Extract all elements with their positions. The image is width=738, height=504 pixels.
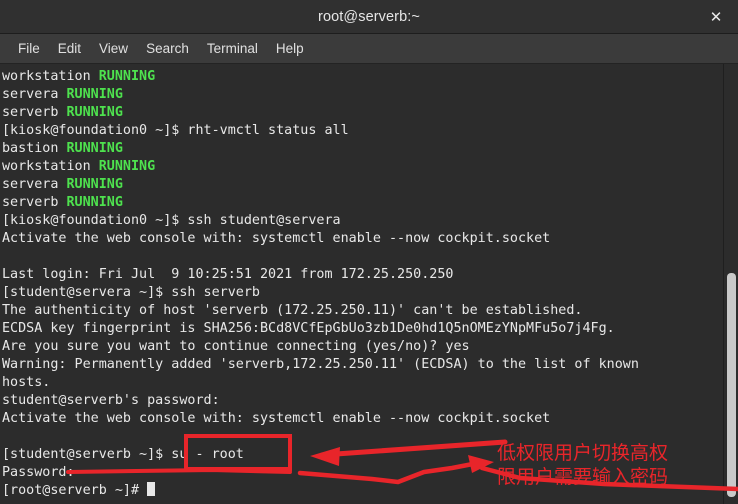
status-running: RUNNING: [98, 69, 156, 84]
menu-item-search[interactable]: Search: [137, 39, 198, 58]
window-titlebar: root@serverb:~ ✕: [0, 0, 738, 34]
terminal-line: servera RUNNING: [2, 177, 123, 192]
status-running: RUNNING: [66, 177, 123, 192]
menu-item-file[interactable]: File: [9, 39, 49, 58]
terminal-line: ECDSA key fingerprint is SHA256:BCd8VCfE…: [2, 321, 615, 336]
terminal-line: Last login: Fri Jul 9 10:25:51 2021 from…: [2, 267, 454, 282]
close-icon[interactable]: ✕: [705, 6, 727, 28]
menu-bar: File Edit View Search Terminal Help: [0, 34, 738, 64]
terminal-scrollbar[interactable]: [723, 64, 738, 504]
terminal-line: bastion RUNNING: [2, 141, 123, 156]
status-running: RUNNING: [66, 195, 123, 210]
terminal-line: hosts.: [2, 375, 51, 390]
terminal-line: [student@servera ~]$ ssh serverb: [2, 285, 260, 300]
terminal-line: Warning: Permanently added 'serverb,172.…: [2, 357, 639, 372]
menu-item-help[interactable]: Help: [267, 39, 313, 58]
terminal-line: Activate the web console with: systemctl…: [2, 231, 551, 246]
scrollbar-thumb[interactable]: [727, 273, 736, 497]
terminal-output: workstation RUNNING servera RUNNING server…: [0, 64, 738, 504]
terminal-window: root@serverb:~ ✕ File Edit View Search T…: [0, 0, 738, 504]
annotation-note-line-2: 限用户需要输入密码: [497, 466, 669, 488]
window-title: root@serverb:~: [318, 8, 420, 25]
status-running: RUNNING: [66, 141, 123, 156]
terminal-line: [kiosk@foundation0 ~]$ rht-vmctl status …: [2, 123, 349, 138]
terminal-line: The authenticity of host 'serverb (172.2…: [2, 303, 583, 318]
terminal-line: student@serverb's password:: [2, 393, 220, 408]
menu-item-view[interactable]: View: [90, 39, 137, 58]
terminal-line: Are you sure you want to continue connec…: [2, 339, 470, 354]
annotation-note-line-1: 低权限用户切换高权: [497, 442, 669, 464]
terminal-line: workstation RUNNING: [2, 159, 156, 174]
terminal-line: servera RUNNING: [2, 87, 123, 102]
terminal-line: [kiosk@foundation0 ~]$ ssh student@serve…: [2, 213, 341, 228]
terminal-line: serverb RUNNING: [2, 105, 123, 120]
status-running: RUNNING: [66, 87, 123, 102]
terminal-line: workstation RUNNING: [2, 69, 156, 84]
terminal-body[interactable]: workstation RUNNING servera RUNNING server…: [0, 64, 738, 504]
menu-item-edit[interactable]: Edit: [49, 39, 90, 58]
terminal-cursor: [147, 482, 156, 496]
terminal-line: Activate the web console with: systemctl…: [2, 411, 551, 426]
status-running: RUNNING: [98, 159, 156, 174]
menu-item-terminal[interactable]: Terminal: [198, 39, 267, 58]
status-running: RUNNING: [66, 105, 123, 120]
terminal-line: serverb RUNNING: [2, 195, 123, 210]
